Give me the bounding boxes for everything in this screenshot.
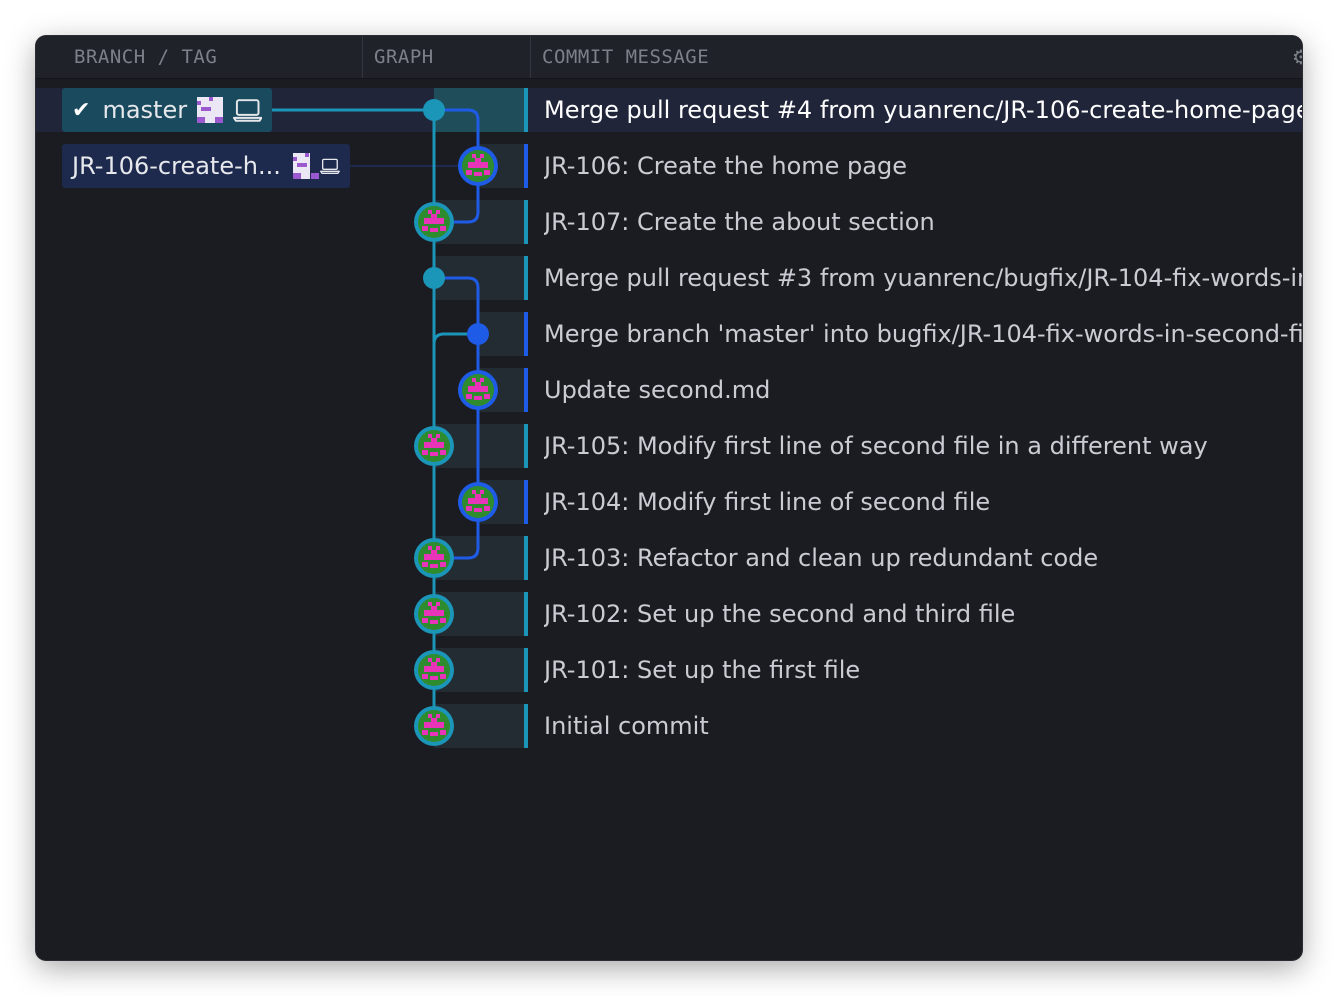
commit-author-avatar-icon[interactable] xyxy=(458,370,498,410)
commit-row-message[interactable]: Initial commit xyxy=(544,698,1302,754)
commit-row-message[interactable]: JR-107: Create the about section xyxy=(544,194,1302,250)
merge-commit-dot xyxy=(467,323,489,345)
commit-row-message[interactable]: Update second.md xyxy=(544,362,1302,418)
commit-author-avatar-icon[interactable] xyxy=(414,202,454,242)
commit-author-avatar-icon[interactable] xyxy=(414,538,454,578)
commit-author-avatar-icon[interactable] xyxy=(414,650,454,690)
commit-author-avatar-icon[interactable] xyxy=(458,482,498,522)
git-graph-window: BRANCH / TAG GRAPH COMMIT MESSAGE ⚙ ✔ ma… xyxy=(36,36,1302,960)
commit-row-message[interactable]: JR-104: Modify first line of second file xyxy=(544,474,1302,530)
commit-row-message[interactable]: Merge pull request #4 from yuanrenc/JR-1… xyxy=(544,82,1302,138)
commit-author-avatar-icon[interactable] xyxy=(414,426,454,466)
commit-row-message[interactable]: Merge branch 'master' into bugfix/JR-104… xyxy=(544,306,1302,362)
commit-row-message[interactable]: JR-101: Set up the first file xyxy=(544,642,1302,698)
merge-commit-dot xyxy=(423,99,445,121)
commit-author-avatar-icon[interactable] xyxy=(414,706,454,746)
merge-commit-dot xyxy=(423,267,445,289)
commit-row-message[interactable]: Merge pull request #3 from yuanrenc/bugf… xyxy=(544,250,1302,306)
commit-row-message[interactable]: JR-103: Refactor and clean up redundant … xyxy=(544,530,1302,586)
commit-author-avatar-icon[interactable] xyxy=(414,594,454,634)
commit-row-message[interactable]: JR-102: Set up the second and third file xyxy=(544,586,1302,642)
commit-row-message[interactable]: JR-106: Create the home page xyxy=(544,138,1302,194)
commit-author-avatar-icon[interactable] xyxy=(458,146,498,186)
commit-row-message[interactable]: JR-105: Modify first line of second file… xyxy=(544,418,1302,474)
